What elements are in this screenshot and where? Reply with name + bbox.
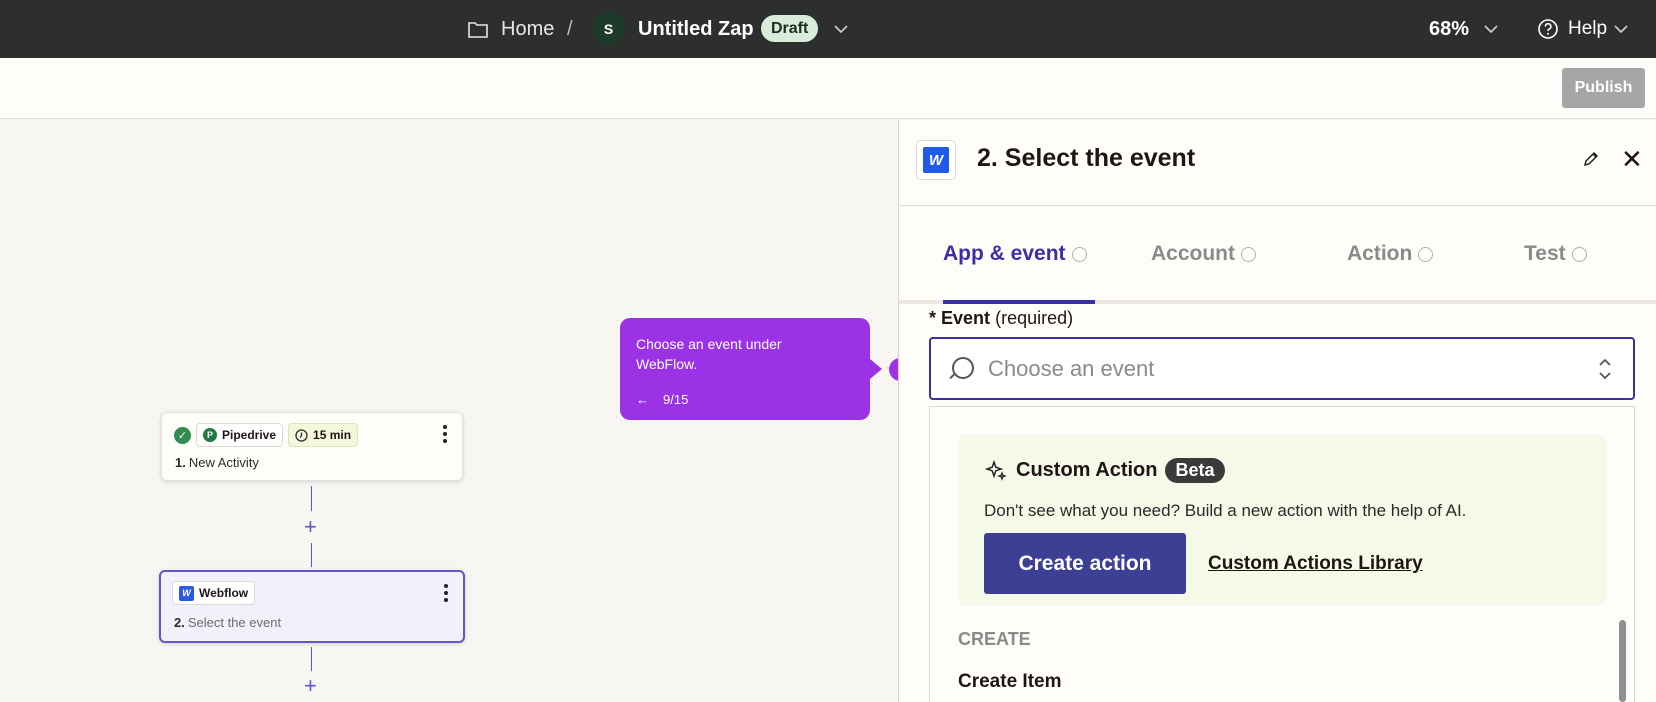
group-header: CREATE: [958, 629, 1031, 649]
connector-line: [311, 486, 312, 511]
edit-pencil-icon[interactable]: [1582, 150, 1600, 173]
event-search-input[interactable]: Choose an event: [929, 337, 1635, 400]
webflow-logo-icon: W: [923, 147, 949, 173]
close-icon[interactable]: ✕: [1621, 146, 1643, 172]
step-title: 1. New Activity: [175, 455, 259, 470]
more-options-icon[interactable]: [443, 584, 449, 602]
create-action-button[interactable]: Create action: [984, 533, 1186, 594]
zoom-chevron-icon[interactable]: [1484, 0, 1498, 58]
step-editor-panel: W 2. Select the event ✕ App & event Acco…: [898, 120, 1656, 702]
status-circle-icon: [1071, 246, 1087, 262]
tab-action[interactable]: Action: [1347, 242, 1434, 266]
add-step-plus-icon[interactable]: +: [304, 516, 317, 538]
divider: [899, 205, 1656, 206]
interval-pill: 15 min: [288, 423, 359, 447]
event-dropdown: Custom Action Beta Don't see what you ne…: [929, 406, 1635, 702]
tooltip-text: Choose an event under WebFlow.: [636, 336, 782, 372]
app-name: Pipedrive: [222, 428, 277, 442]
walkthrough-tooltip: Choose an event under WebFlow. ← 9/15: [620, 318, 882, 420]
event-field-label: * Event (required): [929, 308, 1073, 329]
help-icon[interactable]: [1537, 0, 1559, 58]
connector-line: [311, 647, 312, 671]
custom-action-card: Custom Action Beta Don't see what you ne…: [958, 434, 1606, 606]
step-label: Select the event: [187, 615, 282, 630]
interval-label: 15 min: [313, 428, 352, 442]
list-item[interactable]: Create Item: [958, 671, 1062, 693]
home-link[interactable]: Home: [501, 0, 554, 58]
webflow-logo-icon: W: [179, 585, 194, 601]
app-pill: P Pipedrive: [196, 423, 284, 447]
tab-account[interactable]: Account: [1151, 242, 1256, 266]
app-logo: W: [916, 140, 956, 180]
chevron-down-icon[interactable]: [834, 0, 848, 58]
panel-title: 2. Select the event: [977, 144, 1196, 172]
tab-app-event[interactable]: App & event: [943, 242, 1087, 266]
back-arrow-icon[interactable]: ←: [636, 392, 649, 407]
tab-label: Action: [1347, 242, 1413, 265]
select-arrows-icon[interactable]: [1597, 356, 1613, 383]
zap-name[interactable]: Untitled Zap: [638, 0, 754, 58]
step-number: 2.: [174, 615, 185, 630]
editor-toolbar: Publish: [0, 58, 1656, 119]
step-number: 1.: [175, 455, 186, 470]
clock-icon: [1571, 246, 1587, 262]
help-menu[interactable]: Help: [1568, 0, 1607, 58]
tab-label: Test: [1524, 242, 1566, 265]
help-chevron-icon[interactable]: [1614, 0, 1628, 58]
breadcrumb-separator: /: [567, 17, 573, 40]
connector-line: [311, 543, 312, 567]
beta-badge: Beta: [1165, 458, 1225, 483]
app-name: Webflow: [199, 586, 249, 600]
required-mark: *: [929, 308, 937, 328]
publish-button[interactable]: Publish: [1562, 68, 1645, 108]
avatar[interactable]: S: [592, 12, 625, 45]
tab-label: App & event: [943, 242, 1066, 265]
step-node-action[interactable]: W Webflow 2. Select the event: [159, 570, 465, 643]
custom-action-description: Don't see what you need? Build a new act…: [984, 501, 1467, 520]
field-label: Event: [941, 308, 991, 328]
tooltip-progress: 9/15: [663, 392, 689, 407]
clock-icon: [1418, 246, 1434, 262]
event-placeholder: Choose an event: [988, 355, 1155, 381]
field-hint: (required): [995, 308, 1074, 328]
more-options-icon[interactable]: [442, 425, 448, 443]
app-pill: W Webflow: [172, 581, 256, 605]
top-bar: Home / S Untitled Zap Draft 68% Help: [0, 0, 1656, 58]
folder-icon[interactable]: [468, 0, 490, 58]
zoom-level[interactable]: 68%: [1429, 0, 1469, 58]
tab-label: Account: [1151, 242, 1235, 265]
add-step-plus-icon[interactable]: +: [304, 675, 317, 697]
custom-actions-library-link[interactable]: Custom Actions Library: [1208, 553, 1423, 575]
search-icon: [947, 355, 975, 383]
clock-icon: [1241, 246, 1256, 262]
custom-action-title: Custom Action: [1016, 459, 1158, 481]
step-label: New Activity: [188, 455, 259, 470]
check-icon: ✓: [174, 426, 191, 444]
pipedrive-logo-icon: P: [203, 428, 217, 442]
sparkle-icon: [984, 459, 1007, 481]
tab-active-indicator: [943, 300, 1095, 304]
clock-icon: [295, 428, 308, 442]
status-badge: Draft: [761, 15, 819, 42]
step-title: 2. Select the event: [174, 615, 281, 630]
scrollbar[interactable]: [1619, 620, 1626, 702]
step-node-trigger[interactable]: ✓ P Pipedrive 15 min 1. New Activity: [161, 412, 463, 481]
tab-test[interactable]: Test: [1524, 242, 1587, 266]
